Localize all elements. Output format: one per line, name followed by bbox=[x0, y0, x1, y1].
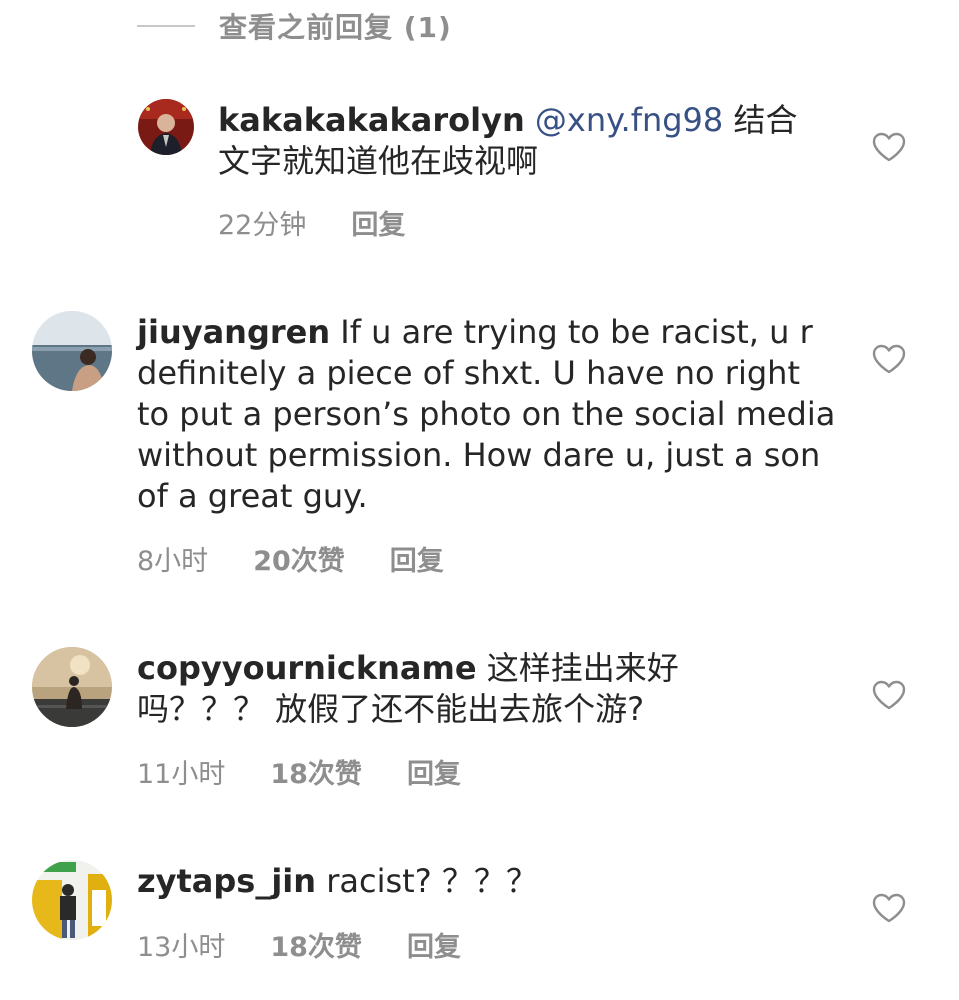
view-previous-label: 查看之前回复 (1) bbox=[219, 11, 452, 44]
reply-button[interactable]: 回复 bbox=[407, 925, 461, 964]
view-previous-replies[interactable]: 查看之前回复 (1) bbox=[137, 6, 452, 46]
reply-button[interactable]: 回复 bbox=[351, 203, 405, 242]
reply-button[interactable]: 回复 bbox=[407, 752, 461, 791]
comment-username[interactable]: jiuyangren bbox=[137, 313, 330, 351]
heart-outline-icon[interactable] bbox=[872, 132, 906, 162]
avatar[interactable] bbox=[32, 860, 112, 940]
comment-likes[interactable]: 20次赞 bbox=[253, 539, 345, 578]
comment-likes[interactable]: 18次赞 bbox=[270, 925, 362, 964]
comment-username[interactable]: kakakakakarolyn bbox=[218, 101, 525, 139]
comment-time: 22分钟 bbox=[218, 210, 307, 241]
comment-username[interactable]: zytaps_jin bbox=[137, 862, 316, 900]
comment-body: racist? ？？？ bbox=[316, 862, 538, 900]
comment-meta: 22分钟 回复 bbox=[218, 203, 450, 242]
avatar-image bbox=[32, 647, 112, 727]
avatar-image bbox=[138, 99, 194, 155]
heart-outline-icon[interactable] bbox=[872, 344, 906, 374]
heart-outline-icon[interactable] bbox=[872, 893, 906, 923]
comment-meta: 11小时 18次赞 回复 bbox=[137, 752, 506, 791]
comment-text: jiuyangren If u are trying to be racist,… bbox=[137, 312, 837, 517]
comment-body: 结合 bbox=[723, 101, 798, 139]
comment-time: 8小时 bbox=[137, 546, 209, 577]
heart-outline-icon[interactable] bbox=[872, 680, 906, 710]
comment-likes[interactable]: 18次赞 bbox=[270, 752, 362, 791]
comment-meta: 8小时 20次赞 回复 bbox=[137, 539, 489, 578]
avatar[interactable] bbox=[32, 647, 112, 727]
avatar[interactable] bbox=[32, 311, 112, 391]
divider-line bbox=[137, 25, 195, 27]
comment-text: copyyournickname 这样挂出来好吗？？？ 放假了还不能出去旅个游? bbox=[137, 648, 737, 730]
avatar[interactable] bbox=[138, 99, 194, 155]
reply-button[interactable]: 回复 bbox=[390, 539, 444, 578]
comment-text: kakakakakarolyn @xny.fng98 结合 文字就知道他在歧视啊 bbox=[218, 100, 838, 182]
comment-username[interactable]: copyyournickname bbox=[137, 649, 477, 687]
comment-text: zytaps_jin racist? ？？？ bbox=[137, 861, 837, 902]
comment-time: 11小时 bbox=[137, 759, 226, 790]
avatar-image bbox=[32, 860, 112, 940]
comment-body-continued: 文字就知道他在歧视啊 bbox=[218, 142, 539, 180]
comment-meta: 13小时 18次赞 回复 bbox=[137, 925, 506, 964]
avatar-image bbox=[32, 311, 112, 391]
comment-mention[interactable]: @xny.fng98 bbox=[535, 101, 723, 139]
comment-time: 13小时 bbox=[137, 932, 226, 963]
